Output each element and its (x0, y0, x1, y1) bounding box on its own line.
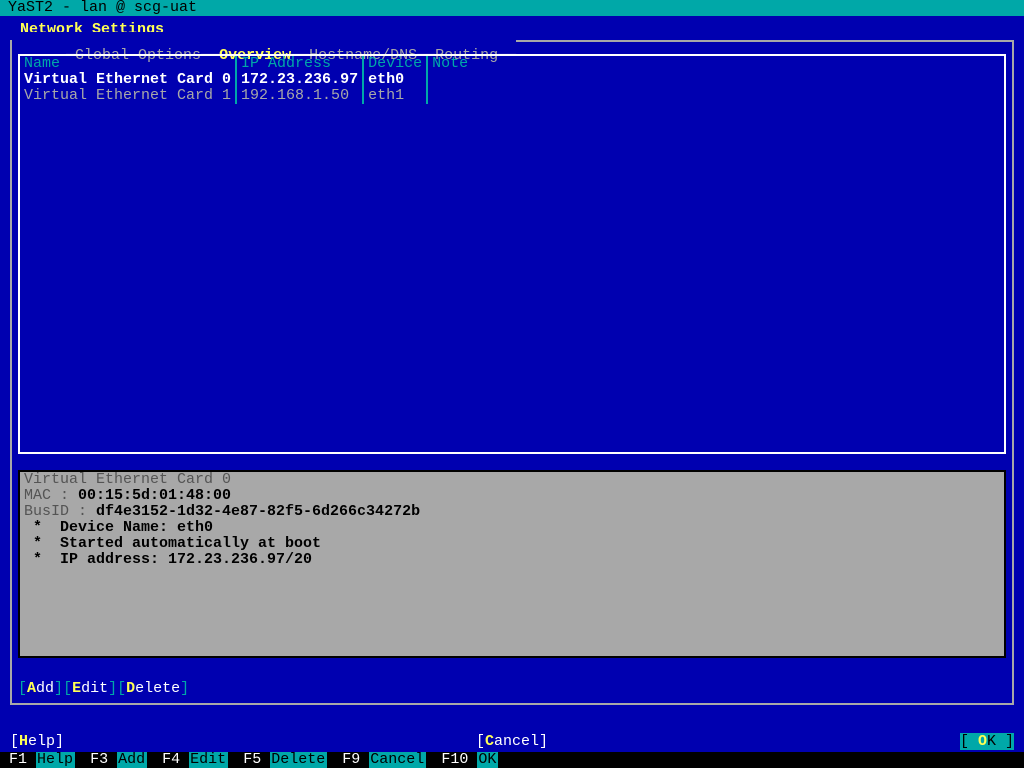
fkey[interactable]: F9 (333, 752, 369, 768)
table-row[interactable]: Virtual Ethernet Card 1 192.168.1.50 eth… (20, 88, 1004, 104)
ok-button[interactable]: [ OK ] (960, 733, 1014, 750)
help-button[interactable]: [Help] (10, 734, 64, 750)
detail-busid-label: BusID : (24, 503, 96, 520)
detail-mac-label: MAC : (24, 487, 78, 504)
detail-title: Virtual Ethernet Card 0 (24, 471, 231, 488)
col-ip: IP Address (236, 56, 363, 72)
fkey[interactable]: F5 (234, 752, 270, 768)
title-bar: YaST2 - lan @ scg-uat (0, 0, 1024, 16)
table-row[interactable]: Virtual Ethernet Card 0 172.23.236.97 et… (20, 72, 1004, 88)
tab-panel: ─Global Options──Overview──Hostname/DNS─… (10, 40, 1014, 705)
detail-busid: df4e3152-1d32-4e87-82f5-6d266c34272b (96, 503, 420, 520)
fkey[interactable]: F4 (153, 752, 189, 768)
table-header-row: Name IP Address Device Note (20, 56, 1004, 72)
device-list[interactable]: Name IP Address Device Note Virtual Ethe… (18, 54, 1006, 454)
add-button[interactable]: dd (36, 680, 54, 697)
cancel-button[interactable]: [Cancel] (64, 734, 960, 750)
detail-mac: 00:15:5d:01:48:00 (78, 487, 231, 504)
app-frame: Network Settings ─Global Options──Overvi… (0, 16, 1024, 752)
delete-button-hotkey: D (126, 680, 135, 697)
detail-line: * Device Name: eth0 (24, 519, 213, 536)
detail-line: * IP address: 172.23.236.97/20 (24, 551, 312, 568)
edit-button[interactable]: dit (81, 680, 108, 697)
fkey[interactable]: F1 (0, 752, 36, 768)
detail-line: * Started automatically at boot (24, 535, 321, 552)
function-key-bar: F1 Help F3 Add F4 Edit F5 Delete F9 Canc… (0, 752, 1024, 768)
action-buttons: [Add][Edit][Delete] (18, 681, 189, 697)
dialog-buttons: [Help] [Cancel] [ OK ] (0, 734, 1024, 750)
col-device: Device (363, 56, 427, 72)
fkey[interactable]: F3 (81, 752, 117, 768)
fkey[interactable]: F10 (432, 752, 477, 768)
col-name: Name (20, 56, 236, 72)
device-detail-pane: Virtual Ethernet Card 0 MAC : 00:15:5d:0… (18, 470, 1006, 658)
add-button-hotkey: A (27, 680, 36, 697)
edit-button-hotkey: E (72, 680, 81, 697)
col-note: Note (427, 56, 1004, 72)
delete-button[interactable]: elete (135, 680, 180, 697)
device-table: Name IP Address Device Note Virtual Ethe… (20, 56, 1004, 104)
